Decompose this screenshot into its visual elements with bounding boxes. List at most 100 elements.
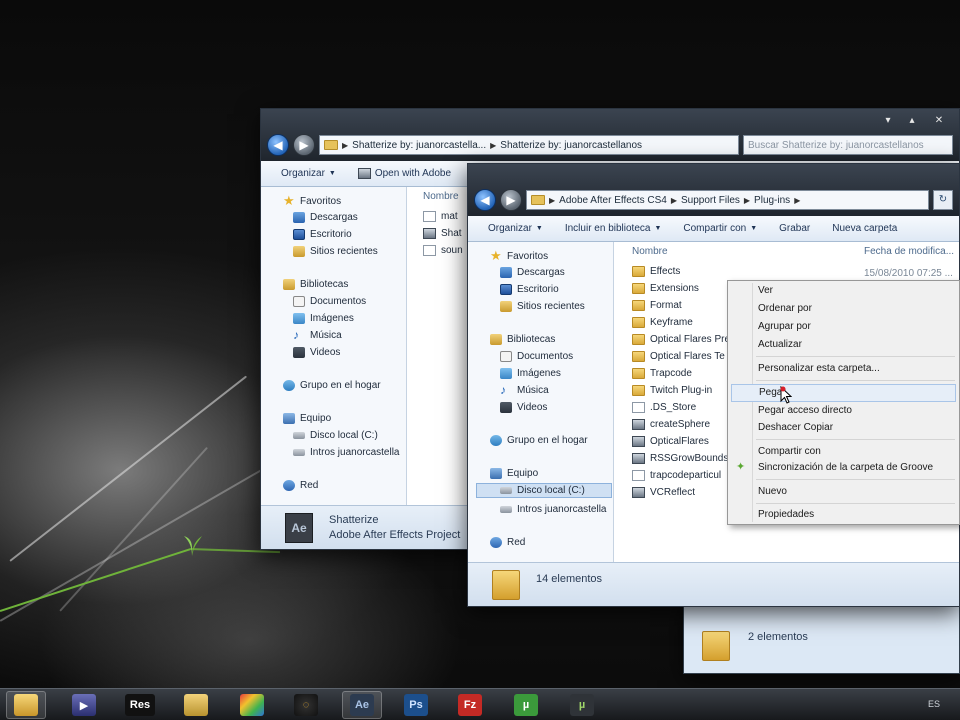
breadcrumb-item[interactable]: Plug-ins [754, 195, 790, 206]
navigation-pane[interactable]: ★ Favoritos Descargas Escritorio Sitios r… [468, 242, 614, 562]
explorer-window-background[interactable]: 2 elementos [683, 600, 960, 674]
nav-desktop[interactable]: Escritorio [293, 229, 352, 240]
taskbar-explorer[interactable] [6, 691, 46, 719]
list-item[interactable]: .DS_Store [632, 402, 696, 413]
burn-button[interactable]: Grabar [779, 223, 810, 234]
list-item[interactable]: Twitch Plug-in [632, 385, 712, 396]
disk-icon [293, 432, 305, 439]
address-bar[interactable]: ▶ Adobe After Effects CS4 ▶ Support File… [526, 190, 929, 210]
nav-network[interactable]: Red [283, 480, 318, 491]
menu-item-paste-shortcut[interactable]: Pegar acceso directo [758, 405, 852, 416]
list-item[interactable]: Optical Flares Pre [632, 334, 730, 345]
nav-music[interactable]: ♪ Música [293, 329, 342, 341]
taskbar-filezilla[interactable]: Fz [450, 691, 490, 719]
menu-item-new[interactable]: Nuevo [758, 486, 787, 497]
list-item[interactable]: soun [423, 245, 463, 256]
menu-item-paste[interactable]: Pegar [731, 384, 956, 402]
organize-button[interactable]: Organizar ▼ [281, 168, 336, 179]
taskbar-swirl[interactable]: ◌ [286, 691, 326, 719]
list-item[interactable]: createSphere [632, 419, 710, 430]
nav-intros-drive[interactable]: Intros juanorcastella [500, 504, 607, 515]
taskbar-colors[interactable] [232, 691, 272, 719]
nav-network[interactable]: Red [490, 537, 525, 548]
nav-libraries[interactable]: Bibliotecas [283, 279, 348, 290]
nav-documents[interactable]: Documentos [293, 296, 366, 307]
list-item[interactable]: Shat [423, 228, 462, 239]
list-item[interactable]: mat [423, 211, 458, 222]
nav-desktop[interactable]: Escritorio [500, 284, 559, 295]
minimize-icon[interactable]: ▾ [877, 113, 899, 129]
breadcrumb-item[interactable]: Shatterize by: juanorcastellanos [500, 140, 642, 151]
nav-computer[interactable]: Equipo [490, 468, 538, 479]
nav-homegroup[interactable]: Grupo en el hogar [490, 435, 588, 446]
nav-libraries[interactable]: Bibliotecas [490, 334, 555, 345]
menu-item-properties[interactable]: Propiedades [758, 509, 814, 520]
column-header-name[interactable]: Nombre [632, 246, 668, 257]
taskbar-utorrent-window[interactable]: µ [562, 691, 602, 719]
nav-music[interactable]: ♪ Música [500, 384, 549, 396]
menu-item-sort-by[interactable]: Ordenar por [758, 303, 812, 314]
taskbar-photoshop[interactable]: Ps [396, 691, 436, 719]
navigation-pane[interactable]: ★ Favoritos Descargas Escritorio Sitios r… [261, 187, 407, 505]
column-header-date[interactable]: Fecha de modifica... [864, 246, 954, 257]
list-item[interactable]: Optical Flares Te [632, 351, 725, 362]
nav-local-disk[interactable]: Disco local (C:) [293, 430, 378, 441]
list-item[interactable]: Keyframe [632, 317, 693, 328]
taskbar-utorrent[interactable]: µ [506, 691, 546, 719]
forward-arrow-icon[interactable]: ▶ [500, 189, 522, 211]
new-folder-button[interactable]: Nueva carpeta [832, 223, 897, 234]
share-with-button[interactable]: Compartir con ▼ [683, 223, 757, 234]
breadcrumb-item[interactable]: Adobe After Effects CS4 [559, 195, 667, 206]
nav-recent-places[interactable]: Sitios recientes [500, 301, 585, 312]
context-menu[interactable]: Ver Ordenar por Agrupar por Actualizar P… [727, 280, 960, 525]
organize-button[interactable]: Organizar ▼ [488, 223, 543, 234]
language-indicator[interactable]: ES [928, 699, 940, 709]
menu-item-group-by[interactable]: Agrupar por [758, 321, 811, 332]
list-item[interactable]: VCReflect [632, 487, 695, 498]
nav-favorites[interactable]: ★ Favoritos [283, 194, 341, 207]
column-header-name[interactable]: Nombre [423, 191, 459, 202]
list-item[interactable]: Extensions [632, 283, 699, 294]
address-bar[interactable]: ▶ Shatterize by: juanorcastella... ▶ Sha… [319, 135, 739, 155]
nav-local-disk[interactable]: Disco local (C:) [476, 483, 612, 498]
nav-computer[interactable]: Equipo [283, 413, 331, 424]
list-item[interactable]: OpticalFlares [632, 436, 709, 447]
breadcrumb-item[interactable]: Support Files [681, 195, 740, 206]
nav-documents[interactable]: Documentos [500, 351, 573, 362]
nav-downloads[interactable]: Descargas [293, 212, 358, 223]
taskbar-media[interactable]: ▶ [64, 691, 104, 719]
list-item[interactable]: RSSGrowBounds [632, 453, 728, 464]
nav-pictures[interactable]: Imágenes [500, 368, 561, 379]
nav-intros-drive[interactable]: Intros juanorcastella [293, 447, 400, 458]
back-arrow-icon[interactable]: ◀ [267, 134, 289, 156]
taskbar-res[interactable]: Res [120, 691, 160, 719]
nav-recent-places[interactable]: Sitios recientes [293, 246, 378, 257]
list-item[interactable]: Effects [632, 266, 680, 277]
taskbar-after-effects[interactable]: Ae [342, 691, 382, 719]
open-with-button[interactable]: Open with Adobe [357, 168, 451, 179]
list-item[interactable]: trapcodeparticul [632, 470, 721, 481]
nav-videos[interactable]: Videos [293, 347, 340, 358]
close-icon[interactable]: ✕ [925, 113, 953, 129]
nav-videos[interactable]: Videos [500, 402, 547, 413]
menu-item-view[interactable]: Ver [758, 285, 773, 296]
back-arrow-icon[interactable]: ◀ [474, 189, 496, 211]
menu-item-customize-folder[interactable]: Personalizar esta carpeta... [758, 363, 880, 374]
taskbar-folder[interactable] [176, 691, 216, 719]
nav-pictures[interactable]: Imágenes [293, 313, 354, 324]
nav-favorites[interactable]: ★ Favoritos [490, 249, 548, 262]
search-input[interactable]: Buscar Shatterize by: juanorcastellanos [743, 135, 953, 155]
include-in-library-button[interactable]: Incluir en biblioteca ▼ [565, 223, 662, 234]
refresh-icon[interactable]: ↻ [933, 190, 953, 210]
nav-homegroup[interactable]: Grupo en el hogar [283, 380, 381, 391]
menu-item-share-with[interactable]: Compartir con [758, 446, 821, 457]
breadcrumb-item[interactable]: Shatterize by: juanorcastella... [352, 140, 486, 151]
list-item[interactable]: Trapcode [632, 368, 692, 379]
menu-item-refresh[interactable]: Actualizar [758, 339, 802, 350]
maximize-icon[interactable]: ▴ [901, 113, 923, 129]
menu-item-groove-sync[interactable]: Sincronización de la carpeta de Groove [758, 462, 933, 473]
forward-arrow-icon[interactable]: ▶ [293, 134, 315, 156]
menu-item-undo-copy[interactable]: Deshacer Copiar [758, 422, 833, 433]
list-item[interactable]: Format [632, 300, 682, 311]
nav-downloads[interactable]: Descargas [500, 267, 565, 278]
